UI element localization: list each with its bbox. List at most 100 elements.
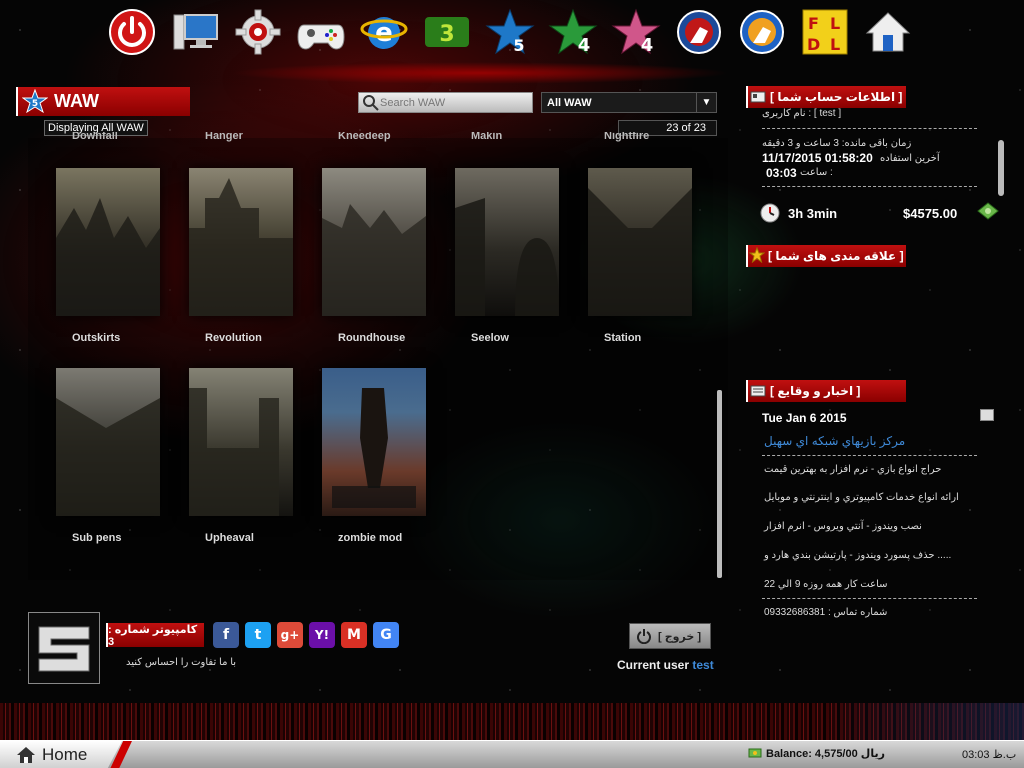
current-user: Current user test [617, 658, 714, 672]
power-icon[interactable] [100, 4, 163, 60]
last-use-label: آخرین استفاده [880, 153, 940, 164]
account-header: [ اطلاعات حساب شما ] [746, 86, 906, 108]
map-thumbnail[interactable] [588, 168, 692, 316]
news-line: حراج انواع بازي - نرم افزار به بهترين قي… [764, 464, 942, 475]
fldl-icon[interactable]: FLDL [794, 4, 857, 60]
home-label: Home [42, 745, 88, 764]
news-line: نصب ويندوز - آنتي ويروس - انرم افزار [764, 521, 922, 532]
account-header-label: [ اطلاعات حساب شما ] [770, 90, 903, 104]
map-thumbnail[interactable] [322, 368, 426, 516]
home-icon[interactable] [857, 4, 920, 60]
internet-explorer-icon[interactable]: e [352, 4, 415, 60]
svg-text:L: L [830, 14, 840, 33]
home-button[interactable]: Home [0, 741, 122, 768]
map-tile-station[interactable]: Station [560, 148, 693, 344]
map-tile-upheaval[interactable]: Upheaval [161, 348, 294, 544]
news-icon [750, 385, 766, 397]
social-links: f t g+ Y! M G [213, 622, 399, 648]
remaining-time: زمان باقی مانده: 3 ساعت و 3 دقیقه [762, 138, 912, 149]
map-tile-revolution[interactable]: Revolution [161, 148, 294, 344]
search-icon [363, 94, 379, 111]
news-line: حذف پسورد ويندوز - پارتيشن بندي هارد و .… [764, 550, 952, 561]
current-user-name[interactable]: test [692, 658, 713, 672]
current-user-prefix: Current user [617, 658, 690, 672]
svg-text:F: F [808, 14, 819, 33]
counter-strike-source-icon[interactable] [731, 4, 794, 60]
map-label: Sub pens [72, 532, 122, 544]
computer-number-tag: کامپيوتر شماره : 3 [106, 623, 204, 648]
map-label: Revolution [205, 332, 262, 344]
map-label: Downfall [72, 132, 118, 142]
search-box[interactable] [358, 92, 533, 113]
map-label: Nightfire [604, 132, 650, 142]
twitter-icon[interactable]: t [245, 622, 271, 648]
svg-text:5: 5 [513, 36, 524, 55]
map-thumbnail[interactable] [322, 168, 426, 316]
google-icon[interactable]: G [373, 622, 399, 648]
favorites-header: [ علاقه مندی های شما ] [746, 245, 906, 267]
news-link[interactable]: مرکز بازيهاي شبکه اي سهيل [764, 434, 905, 448]
red-glow-decoration [230, 62, 730, 84]
google-plus-icon[interactable]: g+ [277, 622, 303, 648]
gmail-icon[interactable]: M [341, 622, 367, 648]
map-label: Upheaval [205, 532, 254, 544]
remaining-hours: 3h 3min [788, 206, 838, 221]
map-label: Kneedeep [338, 132, 391, 142]
news-header: [ اخبار و وقایع ] [746, 380, 906, 402]
map-thumbnail[interactable] [455, 168, 559, 316]
map-label: Seelow [471, 332, 509, 344]
money-icon [977, 202, 999, 220]
map-thumbnail[interactable] [56, 368, 160, 516]
map-tile-seelow[interactable]: Seelow [427, 148, 560, 344]
time-label: ساعت : [800, 167, 833, 178]
logout-button[interactable]: [ خروج ] [629, 623, 711, 649]
game-5-icon[interactable]: 5 [478, 4, 541, 60]
gamepad-icon[interactable] [289, 4, 352, 60]
divider [762, 598, 977, 599]
home-icon [17, 747, 35, 763]
yahoo-icon[interactable]: Y! [309, 622, 335, 648]
map-thumbnail[interactable] [56, 168, 160, 316]
news-line: ساعت کار همه روزه 9 الي 22 [764, 579, 888, 590]
filter-select[interactable]: All WAW ▼ [541, 92, 717, 113]
account-scrollbar[interactable] [998, 140, 1004, 196]
map-tile-sub-pens[interactable]: Sub pens [28, 348, 161, 544]
svg-text:3: 3 [439, 22, 454, 47]
slogan-text: با ما تفاوت را احساس کنيد [126, 657, 237, 668]
map-tile-roundhouse[interactable]: Roundhouse [294, 148, 427, 344]
clock-icon [760, 203, 780, 223]
news-toggle-icon[interactable] [980, 409, 994, 421]
svg-text:D: D [807, 35, 820, 54]
facebook-icon[interactable]: f [213, 622, 239, 648]
map-tile-zombie-mod[interactable]: zombie mod [294, 348, 427, 544]
map-label: Station [604, 332, 642, 344]
map-label: Outskirts [72, 332, 121, 344]
card-icon [750, 91, 766, 103]
maps-scrollbar[interactable] [717, 390, 722, 578]
decorative-stripes [0, 703, 1024, 741]
page-title: WAW [54, 91, 99, 111]
svg-text:4: 4 [641, 35, 654, 56]
map-label: Roundhouse [338, 332, 406, 344]
svg-text:5: 5 [32, 99, 38, 109]
counter-strike-icon[interactable] [668, 4, 731, 60]
waw3-game-icon[interactable]: 3 [415, 4, 478, 60]
map-thumbnail[interactable] [189, 168, 293, 316]
taskbar-balance: Balance: 4,575/00 ريال [748, 746, 885, 760]
time-value: 03:03 [766, 166, 797, 180]
account-balance: $4575.00 [903, 206, 958, 221]
filter-selected-value: All WAW [547, 96, 592, 109]
username-line: نام کاربری : [ test ] [762, 108, 842, 119]
settings-gear-icon[interactable] [226, 4, 289, 60]
search-input[interactable] [380, 96, 530, 109]
svg-text:4: 4 [578, 35, 591, 56]
game-4-pink-icon[interactable]: 4 [605, 4, 668, 60]
game-4-green-icon[interactable]: 4 [542, 4, 605, 60]
map-label: zombie mod [338, 532, 403, 544]
favorites-header-label: [ علاقه مندی های شما ] [768, 249, 904, 263]
chevron-down-icon[interactable]: ▼ [696, 93, 716, 112]
map-thumbnail[interactable] [189, 368, 293, 516]
map-tile-outskirts[interactable]: Outskirts [28, 148, 161, 344]
divider [762, 186, 977, 187]
computer-icon[interactable] [163, 4, 226, 60]
